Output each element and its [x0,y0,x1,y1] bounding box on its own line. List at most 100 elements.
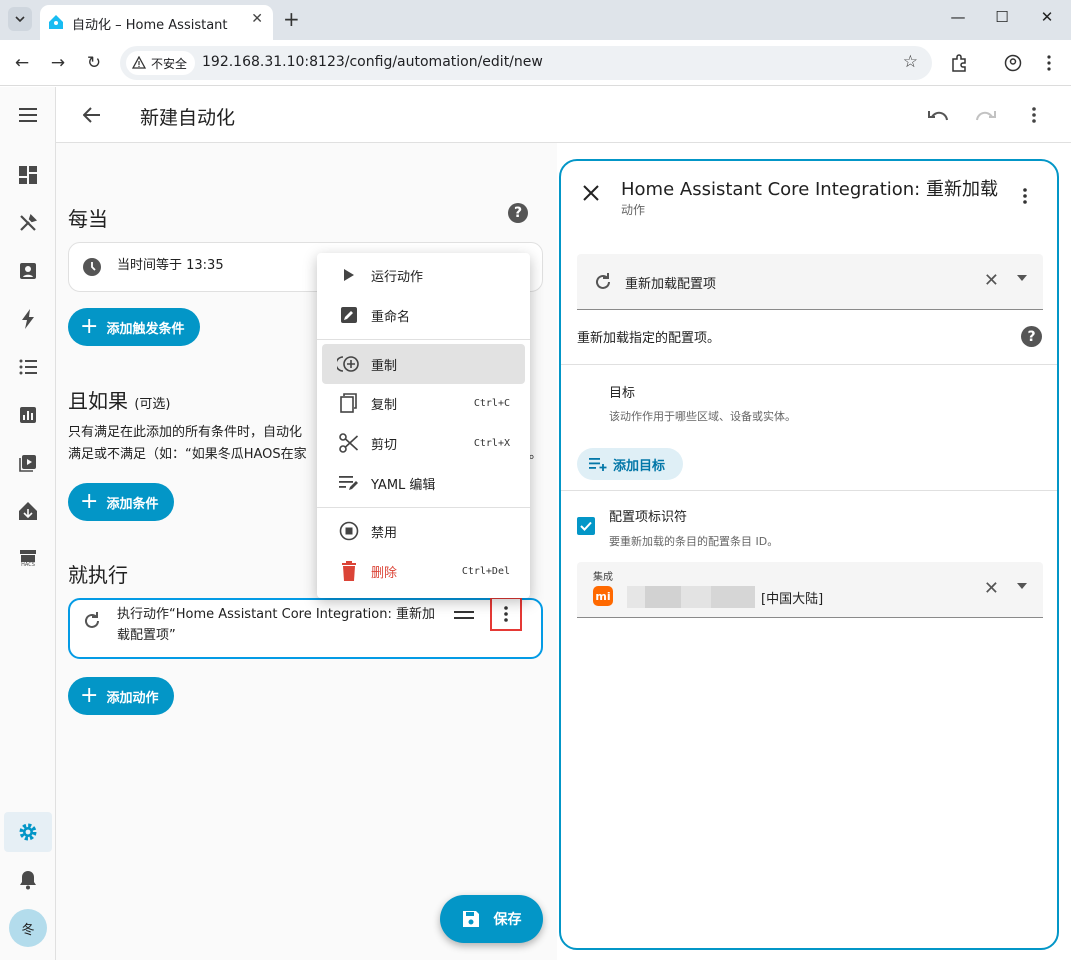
redacted-text [645,586,681,608]
maximize-icon[interactable]: ☐ [992,8,1012,26]
redacted-text [627,586,645,608]
menu-icon[interactable] [16,103,40,127]
new-tab-icon[interactable]: + [283,8,300,30]
menu-item-shortcut: Ctrl+Del [461,565,510,577]
entry-id-title: 配置项标识符 [609,510,688,525]
panel-subtitle: 动作 [621,203,646,217]
url-text[interactable]: 192.168.31.10:8123/config/automation/edi… [202,54,543,70]
avatar[interactable]: 冬 [9,909,47,947]
reload-icon[interactable]: ↻ [83,52,105,74]
conditions-title-text: 且如果 [68,389,128,413]
duplicate-icon [337,352,361,376]
menu-item-label: 剪切 [371,437,398,453]
entry-id-checkbox[interactable] [577,517,595,535]
menu-item-copy[interactable]: 复制 Ctrl+C [317,383,530,423]
menu-item-shortcut: Ctrl+C [473,397,510,409]
lightning-icon[interactable] [16,307,40,331]
browser-menu-icon[interactable] [1038,52,1060,74]
menu-item-disable[interactable]: 禁用 [317,511,530,551]
action-text-line1: 执行动作“Home Assistant Core Integration: 重新… [117,607,435,622]
reload-action-icon [80,609,104,633]
tab-search-button[interactable] [8,7,32,31]
forward-icon[interactable]: → [47,52,69,74]
help-icon[interactable]: ? [1021,326,1042,347]
minimize-icon[interactable]: — [948,8,968,26]
menu-item-label: 复制 [371,397,398,413]
divider [561,364,1057,365]
menu-item-run-action[interactable]: 运行动作 [317,255,530,295]
conditions-optional: (可选) [134,397,171,412]
add-target-button[interactable]: 添加目标 [577,448,683,480]
menu-item-delete[interactable]: 删除 Ctrl+Del [317,551,530,591]
browser-tab[interactable]: 自动化 – Home Assistant ✕ [40,5,273,40]
rename-icon [337,303,361,327]
add-action-label: 添加动作 [106,690,159,706]
conditions-description-line2: 满足或不满足（如：“如果冬瓜HAOS在家 [68,447,307,462]
notifications-bell-icon[interactable] [16,868,40,892]
media-icon[interactable] [16,451,40,475]
action-select[interactable]: 重新加载配置项 ✕ [577,254,1043,310]
history-chart-icon[interactable] [16,403,40,427]
menu-item-duplicate[interactable]: 重制 [322,344,525,384]
menu-item-label: 重命名 [371,309,411,325]
insecure-label: 不安全 [151,56,188,71]
hacs-store-icon[interactable] [16,499,40,523]
action-more-button[interactable] [490,597,522,631]
triggers-title: 每当 [68,207,108,231]
back-arrow-icon[interactable] [80,103,104,127]
add-trigger-button[interactable]: + 添加触发条件 [68,308,201,346]
add-condition-button[interactable]: + 添加条件 [68,483,175,521]
redo-icon[interactable] [974,103,998,127]
menu-item-cut[interactable]: 剪切 Ctrl+X [317,423,530,463]
list-icon[interactable] [16,355,40,379]
close-icon[interactable] [583,185,599,205]
dropdown-caret-icon[interactable] [1017,583,1027,589]
cut-icon [337,431,361,455]
undo-icon[interactable] [926,103,950,127]
add-condition-label: 添加条件 [106,496,159,512]
save-button[interactable]: 保存 [440,895,543,943]
add-action-button[interactable]: + 添加动作 [68,677,175,715]
menu-item-rename[interactable]: 重命名 [317,295,530,335]
xiaomi-logo-icon: mi [593,586,613,606]
help-icon[interactable]: ? [508,203,528,223]
action-card[interactable]: 执行动作“Home Assistant Core Integration: 重新… [68,598,543,659]
person-badge-icon[interactable] [16,259,40,283]
save-label: 保存 [493,912,522,928]
home-assistant-favicon-icon [49,15,63,29]
window-close-icon[interactable]: ✕ [1037,8,1057,26]
plus-icon: + [80,683,99,708]
redacted-text [711,586,755,608]
hacs-label: HACS [21,562,35,568]
menu-item-yaml-edit[interactable]: YAML 编辑 [317,463,530,503]
clear-icon[interactable]: ✕ [984,270,999,291]
clear-icon[interactable]: ✕ [984,578,999,599]
menu-item-label: 运行动作 [371,269,424,285]
overflow-menu-icon[interactable] [1022,103,1046,127]
extensions-icon[interactable] [948,52,970,74]
tab-close-icon[interactable]: ✕ [251,11,263,27]
panel-more-icon[interactable] [1023,188,1027,208]
security-chip[interactable]: 不安全 [126,51,196,75]
app-header: 新建自动化 [56,87,1071,143]
developer-tools-icon[interactable] [16,211,40,235]
drag-handle-icon[interactable] [454,609,474,621]
integration-select[interactable]: 集成 mi [中国大陆] ✕ [577,562,1043,618]
chevron-down-icon [15,16,25,22]
settings-gear-icon[interactable] [16,820,40,844]
dropdown-caret-icon[interactable] [1017,275,1027,281]
ha-sidebar: HACS 冬 [0,87,56,960]
menu-item-label: 重制 [371,358,398,374]
plus-icon: + [80,489,99,514]
play-icon [337,263,361,287]
dashboard-icon[interactable] [16,163,40,187]
back-icon[interactable]: ← [11,52,33,74]
browser-tab-bar: 自动化 – Home Assistant ✕ + — ☐ ✕ [0,0,1071,40]
bookmark-star-icon[interactable]: ☆ [903,52,918,72]
omnibox[interactable]: 不安全 192.168.31.10:8123/config/automation… [120,46,932,80]
reload-action-icon [593,272,613,296]
menu-item-label: 禁用 [371,525,398,541]
hacs-icon[interactable]: HACS [16,547,40,571]
profile-icon[interactable] [1002,52,1024,74]
trigger-text: 当时间等于 13:35 [117,258,224,273]
